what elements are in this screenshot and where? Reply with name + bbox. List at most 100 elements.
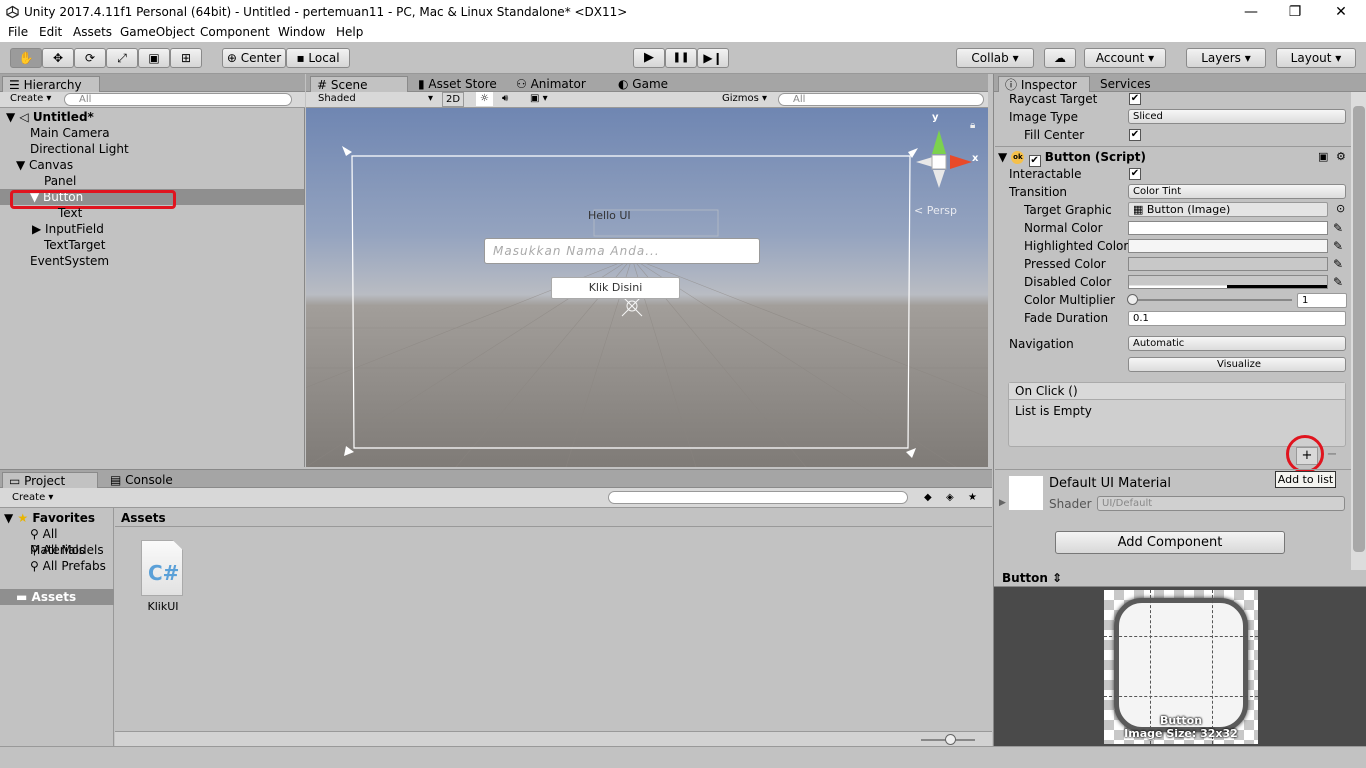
collab-dropdown[interactable]: Collab ▾ [956, 48, 1034, 68]
scene-inputfield[interactable]: Masukkan Nama Anda... [484, 238, 760, 264]
material-foldout-arrow-icon[interactable]: ▶ [999, 498, 1006, 508]
toggle-2d-button[interactable]: 2D [442, 92, 465, 107]
color-multiplier-slider-thumb[interactable] [1127, 294, 1138, 305]
persp-label[interactable]: < Persp [914, 204, 957, 217]
gizmos-dropdown[interactable]: Gizmos ▾ [722, 92, 767, 106]
remove-from-list-button[interactable]: − [1322, 447, 1342, 465]
layers-dropdown[interactable]: Layers ▾ [1186, 48, 1266, 68]
filter-label-icon[interactable]: ◈ [946, 491, 954, 505]
hierarchy-item-main-camera[interactable]: Main Camera [0, 125, 304, 141]
help-icon[interactable]: ▣ [1318, 150, 1328, 163]
hierarchy-search-input[interactable]: All [64, 93, 292, 106]
pressed-color-swatch[interactable] [1128, 257, 1328, 271]
favorites-item-prefabs[interactable]: ⚲ All Prefabs [0, 558, 114, 574]
image-type-dropdown[interactable]: Sliced [1128, 109, 1346, 124]
scene-audio-icon[interactable]: 🔊︎ [502, 92, 508, 106]
scene-button[interactable]: Klik Disini [551, 277, 680, 299]
pivot-local-toggle[interactable]: ▪ Local [286, 48, 350, 68]
transform-tool-icon[interactable]: ⊞ [170, 48, 202, 68]
cloud-icon[interactable]: ☁ [1044, 48, 1076, 68]
hierarchy-item-panel[interactable]: Panel [0, 173, 304, 189]
csharp-file-icon[interactable]: C# [141, 540, 183, 596]
tab-scene[interactable]: # Scene [310, 76, 408, 92]
disabled-color-swatch[interactable] [1128, 275, 1328, 289]
scene-root-row[interactable]: ▼ ◁ Untitled* [0, 109, 304, 125]
tab-project[interactable]: ▭ Project [2, 472, 98, 488]
account-dropdown[interactable]: Account ▾ [1084, 48, 1166, 68]
menu-assets[interactable]: Assets [73, 25, 112, 39]
color-multiplier-slider[interactable] [1130, 299, 1292, 301]
navigation-dropdown[interactable]: Automatic [1128, 336, 1346, 351]
scene-search-input[interactable]: All [778, 93, 984, 106]
hierarchy-item-eventsystem[interactable]: EventSystem [0, 253, 304, 269]
assets-folder-row[interactable]: ▬ Assets [0, 589, 114, 605]
add-component-button[interactable]: Add Component [1055, 531, 1285, 554]
target-graphic-field[interactable]: ▦ Button (Image) [1128, 202, 1328, 217]
hierarchy-item-text[interactable]: Text [0, 205, 304, 221]
object-picker-icon[interactable]: ⊙ [1336, 202, 1345, 215]
raycast-target-checkbox[interactable]: ✔ [1129, 93, 1141, 105]
layout-dropdown[interactable]: Layout ▾ [1276, 48, 1356, 68]
transition-dropdown[interactable]: Color Tint [1128, 184, 1346, 199]
visualize-button[interactable]: Visualize [1128, 357, 1346, 372]
tab-game[interactable]: ◐ Game [612, 76, 674, 92]
favorites-row[interactable]: ▼ ★ Favorites [0, 510, 114, 526]
scene-lock-icon[interactable]: 🔒︎ [970, 120, 975, 131]
scale-tool-icon[interactable]: ⤢ [106, 48, 138, 68]
menu-component[interactable]: Component [200, 25, 270, 39]
scene-viewport[interactable]: y x < Persp 🔒︎ Hello UI Masukkan Nama An… [306, 108, 988, 467]
hierarchy-item-directional-light[interactable]: Directional Light [0, 141, 304, 157]
tab-asset-store[interactable]: ▮ Asset Store [412, 76, 503, 92]
project-create-button[interactable]: Create ▾ [12, 491, 53, 505]
restore-button[interactable]: ❐ [1272, 0, 1318, 24]
preview-header[interactable]: Button ⇕ [994, 570, 1366, 587]
asset-file-name[interactable]: KlikUI [135, 600, 191, 613]
scene-lighting-icon[interactable]: ☼ [476, 92, 493, 106]
eyedropper-icon[interactable]: ✎ [1333, 221, 1347, 235]
rect-tool-icon[interactable]: ▣ [138, 48, 170, 68]
menu-help[interactable]: Help [336, 25, 363, 39]
move-tool-icon[interactable]: ✥ [42, 48, 74, 68]
highlighted-color-swatch[interactable] [1128, 239, 1328, 253]
eyedropper-icon[interactable]: ✎ [1333, 239, 1347, 253]
menu-edit[interactable]: Edit [39, 25, 62, 39]
hand-tool-icon[interactable]: ✋ [10, 48, 42, 68]
eyedropper-icon[interactable]: ✎ [1333, 257, 1347, 271]
shading-dropdown[interactable]: Shaded [318, 92, 356, 106]
menu-file[interactable]: File [8, 25, 28, 39]
scene-effects-icon[interactable]: ▣ ▾ [530, 92, 548, 106]
hierarchy-create-button[interactable]: Create ▾ [10, 92, 51, 106]
hierarchy-item-canvas[interactable]: ▼ Canvas [0, 157, 304, 173]
menu-window[interactable]: Window [278, 25, 325, 39]
pivot-center-toggle[interactable]: ⊕ Center [222, 48, 286, 68]
minimize-button[interactable]: — [1228, 0, 1274, 24]
close-button[interactable]: ✕ [1318, 0, 1364, 24]
step-button[interactable]: ▶❙ [697, 48, 729, 68]
eyedropper-icon[interactable]: ✎ [1333, 275, 1347, 289]
shader-dropdown[interactable]: UI/Default [1097, 496, 1345, 511]
favorite-star-icon[interactable]: ★ [968, 491, 977, 505]
normal-color-swatch[interactable] [1128, 221, 1328, 235]
interactable-checkbox[interactable]: ✔ [1129, 168, 1141, 180]
filter-type-icon[interactable]: ◆ [924, 491, 932, 505]
hierarchy-item-inputfield[interactable]: ▶ InputField [0, 221, 304, 237]
component-settings-gear-icon[interactable]: ⚙ [1336, 150, 1346, 163]
rotate-tool-icon[interactable]: ⟳ [74, 48, 106, 68]
tab-services[interactable]: Services [1094, 76, 1157, 92]
button-component-header[interactable]: ▼ ok ✔ Button (Script) [998, 148, 1146, 167]
icon-size-slider-thumb[interactable] [945, 734, 956, 745]
hierarchy-item-texttarget[interactable]: TextTarget [0, 237, 304, 253]
menu-gameobject[interactable]: GameObject [120, 25, 195, 39]
inspector-scroll-thumb[interactable] [1353, 106, 1365, 552]
pause-button[interactable]: ❚❚ [665, 48, 697, 68]
tab-hierarchy[interactable]: ☰ Hierarchy [2, 76, 100, 92]
play-button[interactable]: ▶ [633, 48, 665, 68]
fade-duration-field[interactable]: 0.1 [1128, 311, 1346, 326]
inspector-scrollbar[interactable] [1351, 92, 1366, 570]
project-search-input[interactable] [608, 491, 908, 504]
fill-center-checkbox[interactable]: ✔ [1129, 129, 1141, 141]
color-multiplier-field[interactable]: 1 [1297, 293, 1347, 308]
favorites-item-materials[interactable]: ⚲ All Materials [0, 526, 114, 557]
favorites-item-models[interactable]: ⚲ All Models [0, 542, 114, 558]
tab-console[interactable]: ▤ Console [104, 472, 179, 488]
